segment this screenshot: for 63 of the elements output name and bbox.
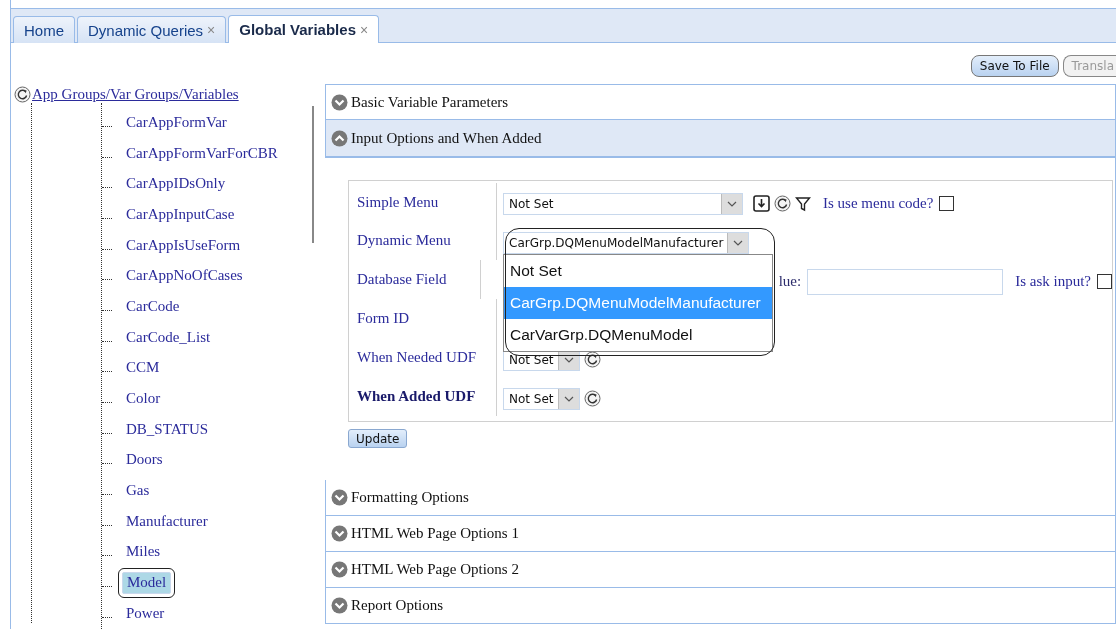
tree-item[interactable]: CarAppInputCase: [122, 203, 239, 225]
caret-icon: [564, 356, 574, 363]
tree-item[interactable]: CarAppIsUseForm: [122, 234, 245, 256]
dropdown-option[interactable]: CarVarGrp.DQMenuModel: [504, 318, 772, 351]
section-header[interactable]: HTML Web Page Options 1: [325, 516, 1116, 552]
section-header[interactable]: Report Options: [325, 588, 1116, 624]
field-label: Form ID: [349, 298, 497, 338]
refresh-icon[interactable]: [14, 85, 31, 103]
close-icon[interactable]: ×: [359, 21, 369, 38]
tree-root-link[interactable]: App Groups/Var Groups/Variables: [32, 85, 239, 103]
checkbox-label: Is use menu code?: [823, 195, 934, 212]
dropdown-option[interactable]: Not Set: [504, 254, 772, 287]
expand-icon[interactable]: [331, 597, 348, 614]
tree-item[interactable]: Miles: [122, 541, 165, 563]
refresh-icon[interactable]: [774, 195, 791, 212]
tree-item[interactable]: Gas: [122, 480, 154, 502]
tree-item[interactable]: CarAppFormVar: [122, 111, 231, 133]
expand-icon[interactable]: [331, 93, 348, 111]
save-button[interactable]: Save To File: [970, 54, 1059, 77]
caret-icon: [564, 395, 574, 402]
collapse-icon[interactable]: [331, 129, 348, 147]
expand-icon[interactable]: [331, 489, 348, 506]
tree-item[interactable]: CarAppNoOfCases: [122, 265, 247, 287]
field-label: Dynamic Menu: [349, 220, 497, 260]
input-field[interactable]: [807, 268, 1004, 295]
update-button[interactable]: Update: [348, 429, 408, 448]
field-label: Database Field: [349, 259, 481, 299]
download-icon[interactable]: [753, 195, 770, 212]
tab[interactable]: Global Variables ×: [228, 15, 380, 43]
tab[interactable]: Dynamic Queries ×: [77, 16, 227, 43]
select-field[interactable]: Not Set: [503, 192, 743, 215]
expand-icon[interactable]: [331, 561, 348, 578]
tree-item[interactable]: CarAppFormVarForCBR: [122, 142, 282, 164]
caret-icon: [727, 200, 737, 207]
checkbox[interactable]: [1097, 274, 1112, 289]
tree-item[interactable]: CarCode: [122, 295, 184, 317]
scrollbar[interactable]: [312, 106, 314, 243]
tree-item[interactable]: CCM: [122, 357, 164, 379]
tree-item[interactable]: DB_STATUS: [122, 418, 213, 440]
tree-item[interactable]: Manufacturer: [122, 510, 212, 532]
tree-item[interactable]: Power: [122, 602, 169, 624]
section-header[interactable]: Basic Variable Parameters: [325, 84, 1116, 120]
checkbox[interactable]: [939, 196, 955, 211]
refresh-icon[interactable]: [584, 351, 601, 368]
checkbox-label: Is ask input?: [1015, 273, 1091, 290]
field-label: lue:: [778, 273, 802, 290]
field-label: When Added UDF: [349, 376, 497, 416]
tree-item[interactable]: Color: [122, 388, 165, 410]
select-field[interactable]: CarGrp.DQMenuModelManufacturer: [503, 231, 749, 254]
filter-icon[interactable]: [795, 195, 811, 212]
field-label: When Needed UDF: [349, 337, 497, 377]
tree-item[interactable]: CarAppIDsOnly: [122, 173, 230, 195]
section-header[interactable]: HTML Web Page Options 2: [325, 552, 1116, 588]
tab[interactable]: Home: [13, 16, 75, 43]
section-header[interactable]: Input Options and When Added: [325, 120, 1116, 158]
refresh-icon[interactable]: [584, 390, 601, 407]
caret-icon: [733, 239, 743, 246]
expand-icon[interactable]: [331, 525, 348, 542]
field-label: Simple Menu: [349, 182, 497, 222]
tree-item[interactable]: Doors: [122, 449, 167, 471]
tree-item[interactable]: CarCode_List: [122, 326, 215, 348]
select-field[interactable]: Not Set: [503, 387, 580, 410]
section-header[interactable]: Formatting Options: [325, 480, 1116, 516]
